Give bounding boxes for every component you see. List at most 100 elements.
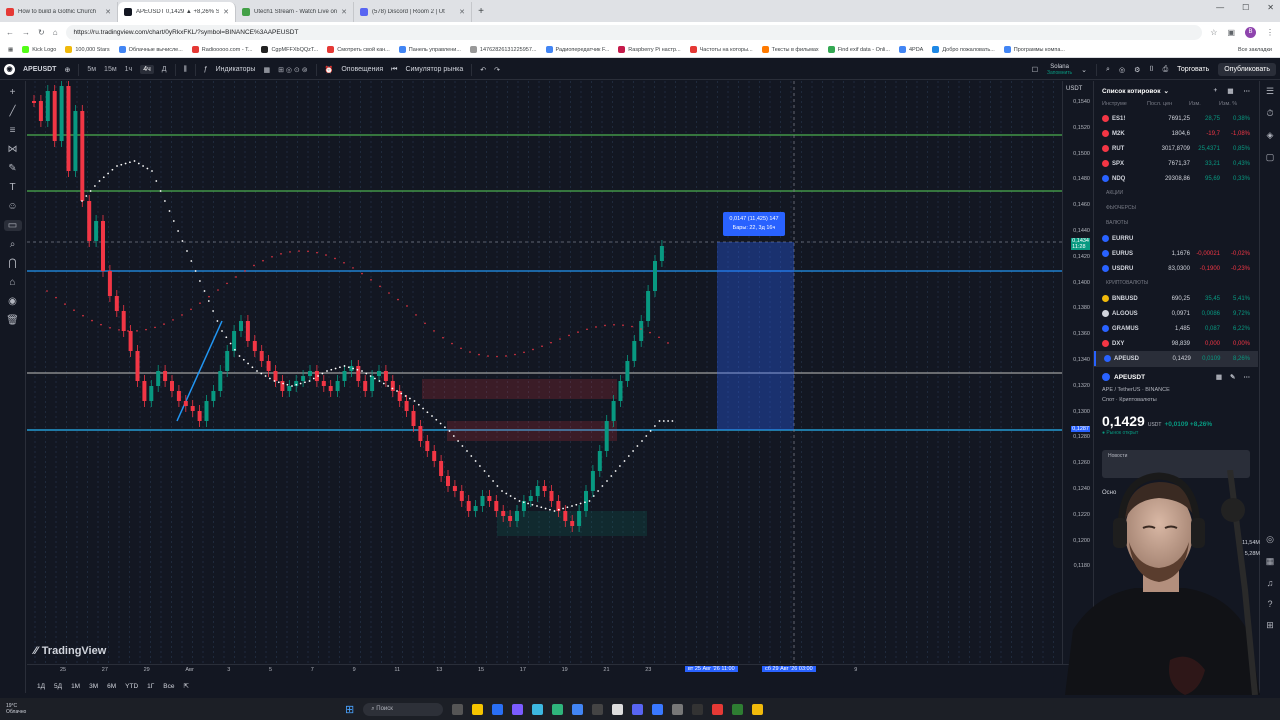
watchlist-icon[interactable]: ☰ xyxy=(1266,86,1274,97)
explorer-icon[interactable] xyxy=(472,703,484,715)
layers-icon[interactable]: ◈ xyxy=(1267,130,1274,141)
grid-apps-icon[interactable]: ⊞ xyxy=(1266,620,1274,631)
apps-icon[interactable]: ▦ xyxy=(8,47,13,53)
bookmark-item[interactable]: Программы компа... xyxy=(1003,46,1065,53)
terminal-icon[interactable] xyxy=(692,703,704,715)
tab-close-icon[interactable]: ✕ xyxy=(105,8,111,16)
watchlist-row[interactable]: M2K 1804,6 -19,7 -1,08% xyxy=(1094,126,1258,141)
bookmark-item[interactable]: CgpMFFXbQQzT... xyxy=(261,46,318,53)
profile-avatar[interactable]: B xyxy=(1245,26,1256,38)
interval-4h[interactable]: 4ч xyxy=(140,65,154,74)
windows-start-icon[interactable]: ⊞ xyxy=(345,703,354,716)
calculator-icon[interactable] xyxy=(592,703,604,715)
ruler-icon[interactable]: ▭ xyxy=(3,220,22,231)
template-icon[interactable]: ⊞ ◎ ⊙ ⊚ xyxy=(278,66,308,74)
group-crypto[interactable]: Криптовалюты xyxy=(1094,276,1258,291)
fullscreen-box-icon[interactable]: ☐ xyxy=(1032,66,1038,74)
quick-search-icon[interactable]: ◎ xyxy=(1119,66,1125,74)
fib-icon[interactable]: ≡ xyxy=(10,125,16,136)
bookmark-item[interactable]: Raspberry Pi настр... xyxy=(618,46,681,53)
lock-icon[interactable]: ⌂ xyxy=(9,277,15,288)
minimize-icon[interactable]: — xyxy=(1216,3,1224,12)
target-icon[interactable]: ◎ xyxy=(1266,534,1274,545)
notepad-icon[interactable] xyxy=(612,703,624,715)
currency-unit[interactable]: USDT xyxy=(1066,86,1082,92)
time-axis[interactable]: 252729Авг357911131517192123Сен3579вт 25 … xyxy=(27,664,1092,676)
watchlist-row[interactable]: USDRU 83,0300 -0,1900 -0,23% xyxy=(1094,261,1258,276)
settings-app-icon[interactable] xyxy=(672,703,684,715)
watchlist-row[interactable]: RUT 3017,8709 25,4371 0,85% xyxy=(1094,141,1258,156)
bookmark-item[interactable]: 4PDA xyxy=(898,46,923,53)
watchlist-row[interactable]: EURRU xyxy=(1094,231,1258,246)
indicators-button[interactable]: Индикаторы xyxy=(216,66,256,73)
bookmark-item[interactable]: Radiooooo.com - T... xyxy=(191,46,252,53)
group-stocks[interactable]: Акции xyxy=(1094,186,1258,201)
replay-button[interactable]: Симулятор рынка xyxy=(405,66,463,73)
tradingview-menu-icon[interactable]: ◉ xyxy=(4,64,15,75)
address-bar[interactable]: https://ru.tradingview.com/chart/0yRkxFK… xyxy=(65,24,1203,40)
compare-icon[interactable]: ⊕ xyxy=(64,66,70,74)
trend-line-icon[interactable]: ╱ xyxy=(9,106,15,117)
range-button[interactable]: 3М xyxy=(89,683,98,690)
vscode-icon[interactable] xyxy=(492,703,504,715)
candles-canvas[interactable] xyxy=(27,81,1092,664)
text-icon[interactable]: T xyxy=(9,182,15,193)
trade-button[interactable]: Торговать xyxy=(1177,66,1209,73)
interval-1d[interactable]: Д xyxy=(162,66,167,73)
range-button[interactable]: 5Д xyxy=(54,683,62,690)
trash-icon[interactable]: 🗑 xyxy=(6,315,19,326)
grid-icon[interactable]: ▦ xyxy=(1216,373,1222,381)
watchlist-row[interactable]: EURUS 1,1676 -0,00021 -0,02% xyxy=(1094,246,1258,261)
bookmark-item[interactable]: Облачные вычисле... xyxy=(118,46,183,53)
redo-icon[interactable]: ↷ xyxy=(494,66,500,74)
discord-icon[interactable] xyxy=(632,703,644,715)
bookmark-item[interactable]: 14762826131225957... xyxy=(469,46,537,53)
range-button[interactable]: YTD xyxy=(125,683,138,690)
watchlist-title[interactable]: Список котировок xyxy=(1102,88,1161,95)
pattern-icon[interactable]: ⋈ xyxy=(8,144,18,155)
zoom-icon[interactable]: ⌕ xyxy=(10,239,16,250)
calendar-icon[interactable]: ▦ xyxy=(1266,556,1275,567)
bookmark-item[interactable]: Find exif data - Onli... xyxy=(827,46,890,53)
group-futures[interactable]: Фьючерсы xyxy=(1094,201,1258,216)
menu-icon[interactable]: ⋮ xyxy=(1266,28,1274,37)
maximize-icon[interactable]: ☐ xyxy=(1242,3,1249,12)
weather-widget[interactable]: 19°C Облачно xyxy=(6,703,66,715)
tab-close-icon[interactable]: ✕ xyxy=(223,8,229,16)
bookmark-item[interactable]: Частоты на которы... xyxy=(689,46,753,53)
watchlist-row[interactable]: ES1! 7691,25 28,75 0,38% xyxy=(1094,111,1258,126)
watchlist-row[interactable]: DXY 98,839 0,000 0,00% xyxy=(1094,336,1258,351)
interval-5m[interactable]: 5м xyxy=(87,66,96,73)
bookmark-star-icon[interactable]: ☆ xyxy=(1210,28,1217,37)
range-button[interactable]: Все xyxy=(163,683,174,690)
close-window-icon[interactable]: ✕ xyxy=(1267,3,1274,12)
interval-1h[interactable]: 1ч xyxy=(125,66,133,73)
browser-tab[interactable]: Utech1 Stream - Watch Live on ✕ xyxy=(236,2,354,22)
details-symbol[interactable]: APEUSDT xyxy=(1114,374,1145,381)
range-button[interactable]: 6М xyxy=(107,683,116,690)
new-tab-button[interactable]: + xyxy=(472,2,490,22)
watchlist-row[interactable]: APEUSD 0,1429 0,0109 8,26% xyxy=(1094,351,1258,366)
bell-icon[interactable]: ♫ xyxy=(1267,578,1274,588)
app-icon[interactable] xyxy=(512,703,524,715)
price-chart[interactable] xyxy=(27,81,1092,664)
tab-close-icon[interactable]: ✕ xyxy=(459,8,465,16)
range-button[interactable]: 1М xyxy=(71,683,80,690)
watchlist-row[interactable]: GRAMUS 1,485 0,087 6,22% xyxy=(1094,321,1258,336)
taskbar-search[interactable]: ⌕ Поиск xyxy=(363,702,444,716)
search-icon[interactable]: ⌕ xyxy=(1106,66,1110,74)
layout-chevron-icon[interactable]: ⌄ xyxy=(1081,66,1087,74)
magnet-icon[interactable]: ⋂ xyxy=(8,258,16,269)
tab-close-icon[interactable]: ✕ xyxy=(341,8,347,16)
home-icon[interactable]: ⌂ xyxy=(53,28,58,37)
publish-button[interactable]: Опубликовать xyxy=(1218,63,1276,76)
range-button[interactable]: 1Д xyxy=(37,683,45,690)
reload-icon[interactable]: ↻ xyxy=(38,28,45,37)
undo-icon[interactable]: ↶ xyxy=(480,66,486,74)
layout-icon[interactable]: ▦ xyxy=(1227,87,1233,95)
telegram-icon[interactable] xyxy=(532,703,544,715)
candle-type-icon[interactable]: ⫼ xyxy=(184,66,187,74)
chrome-icon[interactable] xyxy=(572,703,584,715)
forward-icon[interactable]: → xyxy=(22,28,30,37)
bookmark-item[interactable]: Радиопередатчик F... xyxy=(545,46,609,53)
